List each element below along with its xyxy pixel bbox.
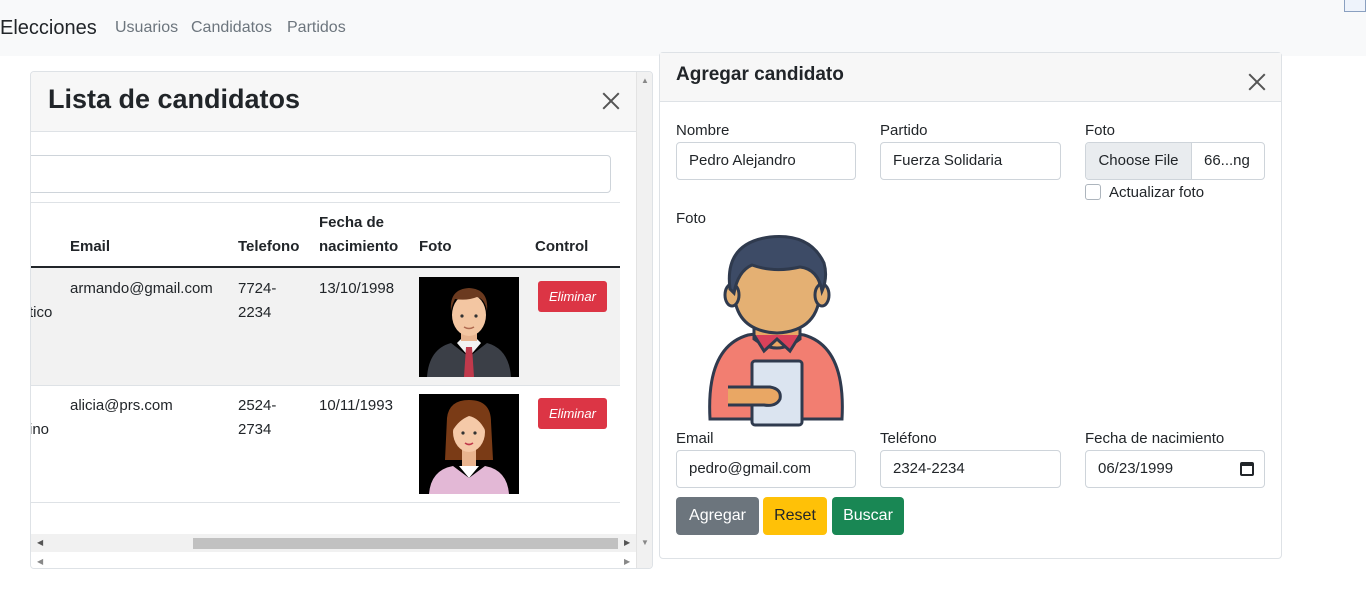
form-panel-header: Agregar candidato bbox=[660, 53, 1281, 102]
nav-link-partidos[interactable]: Partidos bbox=[287, 19, 346, 37]
scroll-right-icon[interactable]: ▶ bbox=[624, 557, 630, 566]
cell-telefono-line1: 2524- bbox=[238, 397, 277, 414]
col-header-foto: Foto bbox=[419, 238, 452, 255]
telefono-label: Teléfono bbox=[880, 430, 937, 447]
cell-email: armando@gmail.com bbox=[70, 280, 213, 297]
outer-horizontal-scrollbar[interactable]: ◀ ▶ bbox=[31, 552, 636, 568]
delete-button[interactable]: Eliminar bbox=[538, 281, 607, 312]
partido-input[interactable]: Fuerza Solidaria bbox=[880, 142, 1061, 180]
cell-telefono-line2: 2234 bbox=[238, 304, 272, 321]
add-candidate-panel: Agregar candidato Nombre Pedro Alejandro… bbox=[659, 52, 1282, 559]
nombre-input[interactable]: Pedro Alejandro bbox=[676, 142, 856, 180]
man-holding-clipboard-icon bbox=[700, 229, 850, 429]
partido-label: Partido bbox=[880, 122, 928, 139]
choose-file-button[interactable]: Choose File bbox=[1086, 143, 1192, 179]
cell-fecha: 13/10/1998 bbox=[319, 280, 395, 297]
col-header-fecha-line1: Fecha de bbox=[319, 214, 385, 231]
fecha-nacimiento-value: 06/23/1999 bbox=[1098, 460, 1174, 477]
col-header-fecha-line2: nacimiento bbox=[319, 238, 399, 255]
list-panel-title: Lista de candidatos bbox=[48, 84, 301, 114]
navbar: Elecciones Usuarios Candidatos Partidos bbox=[0, 0, 1366, 56]
scroll-right-icon[interactable]: ▶ bbox=[624, 538, 630, 547]
agregar-button[interactable]: Agregar bbox=[676, 497, 759, 535]
col-header-telefono: Telefono bbox=[238, 238, 300, 255]
window-corner-widget bbox=[1344, 0, 1366, 12]
col-header-control: Control bbox=[535, 238, 589, 255]
nav-link-candidatos[interactable]: Candidatos bbox=[191, 19, 272, 37]
scroll-down-icon[interactable]: ▼ bbox=[641, 538, 649, 547]
fecha-nacimiento-field[interactable]: 06/23/1999 bbox=[1085, 450, 1265, 488]
cell-telefono-line2: 2734 bbox=[238, 421, 272, 438]
cell-fecha: 10/11/1993 bbox=[319, 397, 393, 414]
reset-button[interactable]: Reset bbox=[763, 497, 827, 535]
divider bbox=[31, 385, 620, 386]
nombre-label: Nombre bbox=[676, 122, 730, 139]
scroll-left-icon[interactable]: ◀ bbox=[37, 557, 43, 566]
vertical-scrollbar[interactable]: ▲ ▼ bbox=[636, 72, 652, 568]
scroll-up-icon[interactable]: ▲ bbox=[641, 76, 649, 85]
file-name: 66...ng bbox=[1204, 152, 1250, 169]
divider bbox=[31, 202, 620, 203]
cell-telefono-line1: 7724- bbox=[238, 280, 277, 297]
list-panel-header: Lista de candidatos bbox=[31, 72, 636, 132]
search-input[interactable] bbox=[31, 155, 611, 193]
navbar-brand[interactable]: Elecciones bbox=[0, 17, 97, 40]
col-header-email: Email bbox=[70, 238, 111, 255]
foto-label: Foto bbox=[1085, 122, 1116, 139]
foto-file-input[interactable]: Choose File 66...ng bbox=[1085, 142, 1265, 180]
horizontal-scrollbar[interactable]: ◀ ▶ bbox=[31, 534, 636, 552]
form-panel-title: Agregar candidato bbox=[676, 64, 844, 85]
actualizar-foto-checkbox[interactable] bbox=[1085, 184, 1101, 200]
scroll-left-icon[interactable]: ◀ bbox=[37, 538, 43, 547]
close-icon[interactable] bbox=[1247, 72, 1267, 92]
actualizar-foto-label[interactable]: Actualizar foto bbox=[1109, 184, 1204, 201]
scrollbar-thumb[interactable] bbox=[193, 538, 618, 549]
close-icon[interactable] bbox=[601, 91, 621, 111]
male-avatar-icon bbox=[419, 277, 519, 377]
delete-button[interactable]: Eliminar bbox=[538, 398, 607, 429]
cell-name: ino bbox=[30, 421, 50, 438]
female-avatar-icon bbox=[419, 394, 519, 494]
calendar-icon[interactable] bbox=[1240, 462, 1254, 476]
nav-link-usuarios[interactable]: Usuarios bbox=[115, 19, 178, 37]
email-field[interactable]: pedro@gmail.com bbox=[676, 450, 856, 488]
buscar-button[interactable]: Buscar bbox=[832, 497, 904, 535]
email-label: Email bbox=[676, 430, 714, 447]
divider bbox=[31, 502, 620, 503]
candidates-list-panel: Lista de candidatos Email Telefono Fecha… bbox=[30, 71, 653, 569]
fecha-nacimiento-label: Fecha de nacimiento bbox=[1085, 430, 1225, 447]
cell-name: tico bbox=[30, 304, 53, 321]
telefono-field[interactable]: 2324-2234 bbox=[880, 450, 1061, 488]
preview-label: Foto bbox=[676, 210, 707, 227]
cell-email: alicia@prs.com bbox=[70, 397, 173, 414]
